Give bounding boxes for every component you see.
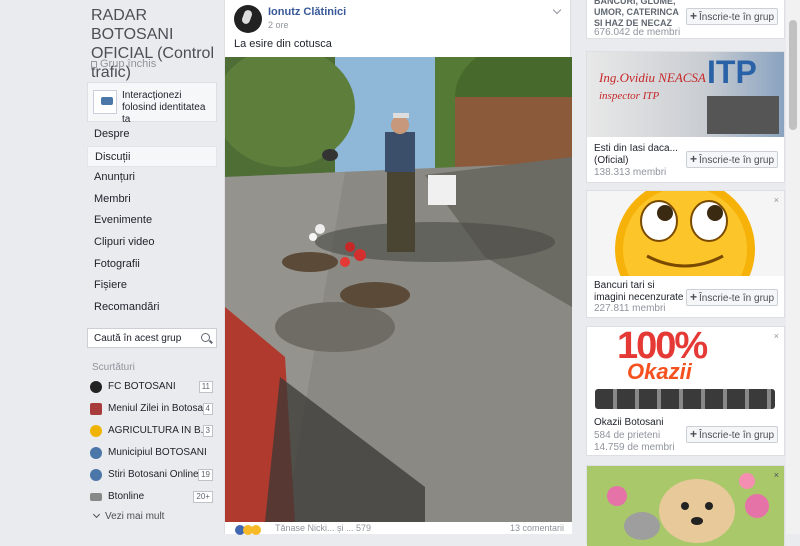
ad-subtitle: inspector ITP — [599, 90, 660, 102]
nav-item-clipuri[interactable]: Clipuri video — [87, 232, 217, 254]
wine-glass-icon — [90, 403, 102, 415]
see-more-link[interactable]: Vezi mai mult — [92, 510, 165, 522]
shortcut-count: 20+ — [193, 491, 213, 503]
shortcut-count: 3 — [202, 425, 213, 437]
post-time[interactable]: 2 ore — [268, 20, 289, 30]
shortcut-count: 4 — [202, 403, 213, 415]
page-scrollbar[interactable] — [786, 0, 800, 534]
okazii-logo: Okazii — [627, 359, 692, 384]
shortcut-item[interactable]: Btonline 20+ — [90, 488, 215, 506]
nav-item-anunturi[interactable]: Anunțuri — [87, 167, 217, 189]
suggested-group-members: 676.042 de membri — [594, 27, 681, 38]
shortcut-count: 11 — [198, 381, 213, 393]
suggested-group-friends: 584 de prieteni — [594, 430, 661, 441]
suggested-group-name[interactable]: BANCURI, GLUME, UMOR, CATERINCA SI HAZ D… — [594, 0, 684, 29]
nav-item-membri[interactable]: Membri — [87, 189, 217, 211]
car-photo — [707, 96, 779, 134]
suggested-group-cover[interactable] — [587, 191, 784, 276]
sun-icon — [90, 425, 102, 437]
laptop-icon — [90, 493, 102, 501]
group-privacy-label: Grup închis — [100, 58, 157, 70]
join-group-label: Înscrie-te în grup — [698, 430, 775, 441]
group-title[interactable]: RADAR BOTOSANI OFICIAL (Control trafic) — [91, 6, 221, 82]
shortcut-item[interactable]: Meniul Zilei in Botosani 4 — [90, 400, 215, 418]
shortcut-label: Municipiul BOTOSANI — [108, 447, 207, 458]
nav-item-fisiere[interactable]: Fișiere — [87, 275, 217, 297]
identity-text: Interacționezi folosind identitatea ta — [122, 90, 206, 125]
shortcut-item[interactable]: Stiri Botosani Online 19 — [90, 466, 215, 484]
join-group-button[interactable]: + Înscrie-te în grup — [686, 8, 778, 25]
chevron-down-icon — [92, 510, 101, 519]
join-group-button[interactable]: + Înscrie-te în grup — [686, 426, 778, 443]
left-column: RADAR BOTOSANI OFICIAL (Control trafic) … — [0, 0, 224, 534]
lock-icon — [91, 61, 97, 68]
suggested-group-card: × — [586, 465, 785, 546]
suggested-group-cover[interactable]: 100% Okazii — [587, 327, 784, 412]
post-author[interactable]: Ionutz Clătinici — [268, 6, 346, 18]
scrollbar-thumb[interactable] — [789, 20, 797, 130]
shortcut-label: Btonline — [108, 491, 145, 502]
nav-item-despre[interactable]: Despre — [87, 124, 217, 146]
nav-item-evenimente[interactable]: Evenimente — [87, 210, 217, 232]
suggested-group-name[interactable]: Bancuri tari si imagini necenzurate — [594, 280, 684, 304]
post-card: Ionutz Clătinici 2 ore La esire din cotu… — [224, 0, 572, 535]
group-nav: Despre Discuții Anunțuri Membri Evenimen… — [87, 124, 217, 318]
group-icon — [90, 447, 102, 459]
reaction-icons[interactable] — [235, 524, 265, 535]
nav-item-fotografii[interactable]: Fotografii — [87, 254, 217, 276]
itp-logo: ITP — [707, 54, 757, 90]
emoji-face-image — [615, 191, 755, 276]
post-options-icon[interactable] — [552, 5, 562, 15]
search-icon[interactable] — [201, 333, 210, 342]
shortcut-count: 19 — [198, 469, 213, 481]
soccer-ball-icon — [90, 381, 102, 393]
shortcut-label: Meniul Zilei in Botosani — [108, 403, 211, 414]
puppy-flowers-image — [587, 466, 784, 546]
group-privacy: Grup închis — [91, 58, 156, 70]
post-footer: Tănase Nicki... și ... 579 13 comentarii — [225, 522, 572, 535]
product-thumbnails — [595, 389, 775, 409]
suggested-group-card: BANCURI, GLUME, UMOR, CATERINCA SI HAZ D… — [586, 0, 785, 39]
identity-switcher[interactable]: Interacționezi folosind identitatea ta — [87, 82, 217, 125]
suggested-group-name[interactable]: Okazii Botosani — [594, 417, 684, 429]
road-photo-illustration — [225, 57, 572, 522]
shortcut-label: Stiri Botosani Online — [108, 469, 199, 480]
suggested-group-cover[interactable] — [587, 466, 784, 546]
suggested-group-card: Ing.Ovidiu NEACSA inspector ITP ITP Esti… — [586, 51, 785, 183]
close-icon[interactable]: × — [774, 470, 779, 480]
shortcut-label: FC BOTOSANI — [108, 381, 176, 392]
group-thumbnail — [93, 90, 117, 114]
post-photo[interactable] — [225, 57, 572, 522]
join-group-button[interactable]: + Înscrie-te în grup — [686, 151, 778, 168]
join-group-button[interactable]: + Înscrie-te în grup — [686, 289, 778, 306]
shortcut-item[interactable]: FC BOTOSANI 11 — [90, 378, 215, 396]
shortcuts-heading: Scurtături — [92, 362, 135, 373]
reactions-summary[interactable]: Tănase Nicki... și ... 579 — [275, 523, 371, 533]
nav-item-discutii[interactable]: Discuții — [87, 145, 217, 168]
join-group-label: Înscrie-te în grup — [698, 293, 775, 304]
author-avatar[interactable] — [234, 5, 262, 33]
group-search-input[interactable]: Caută în acest grup — [87, 328, 217, 348]
comments-count[interactable]: 13 comentarii — [510, 523, 564, 533]
suggested-group-members: 138.313 membri — [594, 167, 667, 178]
join-group-label: Înscrie-te în grup — [698, 155, 775, 166]
group-icon — [90, 469, 102, 481]
post-text: La esire din cotusca — [234, 38, 332, 50]
join-group-label: Înscrie-te în grup — [698, 12, 775, 23]
suggested-group-cover[interactable]: Ing.Ovidiu NEACSA inspector ITP ITP — [587, 52, 784, 137]
ad-title: Ing.Ovidiu NEACSA — [599, 70, 706, 85]
see-more-label: Vezi mai mult — [105, 511, 165, 522]
nav-item-recomandari[interactable]: Recomandări — [87, 297, 217, 319]
suggested-group-card: 100% Okazii × Okazii Botosani 584 de pri… — [586, 326, 785, 456]
search-placeholder: Caută în acest grup — [94, 333, 182, 344]
suggested-group-members: 227.811 membri — [594, 303, 666, 314]
shortcut-label: AGRICULTURA IN B... — [108, 425, 209, 436]
close-icon[interactable]: × — [774, 195, 779, 205]
shortcut-item[interactable]: Municipiul BOTOSANI — [90, 444, 215, 462]
close-icon[interactable]: × — [774, 331, 779, 341]
suggested-group-name[interactable]: Esti din Iasi daca... (Oficial) — [594, 143, 684, 167]
suggested-group-card: × Bancuri tari si imagini necenzurate 22… — [586, 190, 785, 318]
suggested-group-members: 14.759 de membri — [594, 442, 675, 453]
shortcut-item[interactable]: AGRICULTURA IN B... 3 — [90, 422, 215, 440]
